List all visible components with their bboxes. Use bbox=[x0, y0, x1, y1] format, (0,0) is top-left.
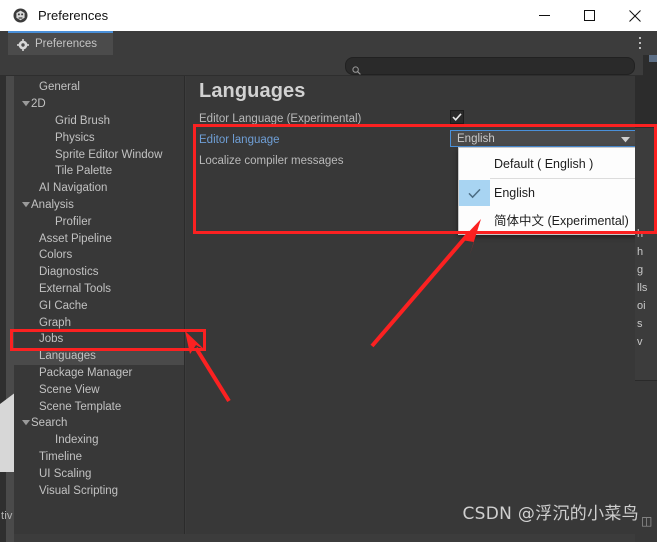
editor-language-experimental-checkbox[interactable] bbox=[450, 110, 464, 124]
sidebar-item-label: Analysis bbox=[31, 198, 74, 211]
preferences-toolbar bbox=[0, 55, 643, 76]
sidebar-item-ai-navigation[interactable]: AI Navigation bbox=[14, 180, 184, 197]
sidebar-item-indexing[interactable]: Indexing bbox=[14, 432, 184, 449]
watermark: CSDN @浮沉的小菜鸟 bbox=[462, 504, 639, 524]
maximize-icon[interactable] bbox=[567, 0, 612, 31]
sidebar-item-label: Languages bbox=[39, 350, 96, 363]
chevron-down-icon[interactable] bbox=[20, 101, 31, 107]
dropdown-option-checkmark-icon bbox=[459, 180, 490, 206]
background-corner-icon: ◫ bbox=[641, 514, 653, 528]
window-title: Preferences bbox=[38, 8, 109, 23]
sidebar-item-label: Package Manager bbox=[39, 366, 133, 379]
sidebar-item-label: Scene Template bbox=[39, 400, 122, 413]
sidebar-item-label: Scene View bbox=[39, 383, 100, 396]
sidebar-item-label: Jobs bbox=[39, 333, 64, 346]
dropdown-option-label: 简体中文 (Experimental) bbox=[494, 213, 629, 228]
sidebar-item-gi-cache[interactable]: GI Cache bbox=[14, 297, 184, 314]
sidebar-item-scene-template[interactable]: Scene Template bbox=[14, 398, 184, 415]
sidebar-item-label: Timeline bbox=[39, 450, 83, 463]
kebab-menu-icon[interactable] bbox=[633, 34, 647, 52]
sidebar-item-label: Diagnostics bbox=[39, 266, 99, 279]
sidebar-item-graph[interactable]: Graph bbox=[14, 314, 184, 331]
sidebar-item-external-tools[interactable]: External Tools bbox=[14, 281, 184, 298]
window-controls bbox=[522, 0, 657, 31]
minimize-icon[interactable] bbox=[522, 0, 567, 31]
sidebar-item-timeline[interactable]: Timeline bbox=[14, 449, 184, 466]
checkmark-icon bbox=[452, 112, 462, 122]
dropdown-option-label: Default ( English ) bbox=[494, 157, 594, 171]
sidebar-item-label: Profiler bbox=[55, 215, 92, 228]
chevron-down-icon bbox=[621, 130, 630, 148]
sidebar-item-analysis[interactable]: Analysis bbox=[14, 197, 184, 214]
sidebar-item-colors[interactable]: Colors bbox=[14, 247, 184, 264]
label-editor-language: Editor language bbox=[199, 134, 280, 146]
close-icon[interactable] bbox=[612, 0, 657, 31]
sidebar-item-asset-pipeline[interactable]: Asset Pipeline bbox=[14, 230, 184, 247]
sidebar-item-sprite-editor-window[interactable]: Sprite Editor Window bbox=[14, 146, 184, 163]
sidebar-item-visual-scripting[interactable]: Visual Scripting bbox=[14, 482, 184, 499]
editor-language-dropdown-menu[interactable]: Default ( English ) English 简体中文 (Experi… bbox=[458, 147, 635, 235]
sidebar-item-profiler[interactable]: Profiler bbox=[14, 213, 184, 230]
gear-icon bbox=[17, 38, 29, 51]
sidebar-item-package-manager[interactable]: Package Manager bbox=[14, 365, 184, 382]
dropdown-option-check-slot bbox=[459, 206, 490, 232]
sidebar-item-label: General bbox=[39, 81, 80, 94]
sidebar-item-label: GI Cache bbox=[39, 299, 88, 312]
sidebar-item-label: AI Navigation bbox=[39, 182, 108, 195]
sidebar-item-jobs[interactable]: Jobs bbox=[14, 331, 184, 348]
sidebar-item-label: Graph bbox=[39, 316, 71, 329]
sidebar-item-label: Visual Scripting bbox=[39, 484, 119, 497]
dropdown-option-simplified-chinese[interactable]: 简体中文 (Experimental) bbox=[459, 206, 635, 232]
search-icon bbox=[352, 62, 361, 75]
tab-preferences[interactable]: Preferences bbox=[8, 31, 114, 55]
sidebar-item-label: UI Scaling bbox=[39, 467, 92, 480]
search-box[interactable] bbox=[345, 57, 635, 75]
sidebar-item-2d[interactable]: 2D bbox=[14, 96, 184, 113]
tab-strip: Preferences bbox=[0, 31, 657, 55]
background-left-text: tiv bbox=[1, 510, 13, 522]
sidebar-list: General 2D Grid Brush Physics Sprite Editor … bbox=[14, 79, 184, 499]
background-right-text-lines: h h g lls oi s v bbox=[637, 228, 648, 348]
sidebar-item-label: Search bbox=[31, 417, 68, 430]
sidebar-item-label: Grid Brush bbox=[55, 114, 110, 127]
sidebar-item-tile-palette[interactable]: Tile Palette bbox=[14, 163, 184, 180]
dropdown-option-english[interactable]: English bbox=[459, 180, 635, 206]
dropdown-option-label: English bbox=[494, 186, 535, 200]
sidebar-item-label: Tile Palette bbox=[55, 165, 113, 178]
dropdown-option-default[interactable]: Default ( English ) bbox=[459, 151, 635, 177]
label-editor-language-experimental: Editor Language (Experimental) bbox=[199, 113, 362, 125]
tab-label: Preferences bbox=[35, 38, 98, 50]
sidebar-item-grid-brush[interactable]: Grid Brush bbox=[14, 113, 184, 130]
sidebar-item-diagnostics[interactable]: Diagnostics bbox=[14, 264, 184, 281]
label-localize-compiler-messages: Localize compiler messages bbox=[199, 155, 344, 167]
sidebar-item-ui-scaling[interactable]: UI Scaling bbox=[14, 465, 184, 482]
sidebar-item-label: Indexing bbox=[55, 434, 99, 447]
sidebar-item-label: External Tools bbox=[39, 282, 112, 295]
sidebar-item-physics[interactable]: Physics bbox=[14, 129, 184, 146]
settings-content: Languages Editor Language (Experimental)… bbox=[186, 76, 635, 534]
settings-sidebar[interactable]: General 2D Grid Brush Physics Sprite Editor … bbox=[14, 76, 185, 534]
editor-language-dropdown-value: English bbox=[457, 132, 495, 145]
sidebar-item-label: Physics bbox=[55, 131, 95, 144]
window-titlebar: Preferences bbox=[0, 0, 657, 31]
sidebar-item-label: Sprite Editor Window bbox=[55, 148, 163, 161]
dropdown-option-check-slot bbox=[459, 151, 490, 177]
chevron-down-icon[interactable] bbox=[20, 201, 31, 208]
sidebar-item-search[interactable]: Search bbox=[14, 415, 184, 432]
sidebar-item-label: Asset Pipeline bbox=[39, 232, 112, 245]
page-title: Languages bbox=[199, 80, 306, 102]
sidebar-item-languages[interactable]: Languages bbox=[14, 347, 184, 365]
sidebar-item-label: Colors bbox=[39, 249, 73, 262]
chevron-down-icon[interactable] bbox=[20, 420, 31, 426]
sidebar-item-general[interactable]: General bbox=[14, 79, 184, 96]
search-input[interactable] bbox=[361, 59, 634, 73]
sidebar-item-label: 2D bbox=[31, 98, 46, 111]
dropdown-separator bbox=[490, 178, 635, 179]
editor-language-dropdown[interactable]: English bbox=[450, 130, 635, 147]
unity-logo-icon bbox=[12, 7, 29, 24]
sidebar-item-scene-view[interactable]: Scene View bbox=[14, 381, 184, 398]
